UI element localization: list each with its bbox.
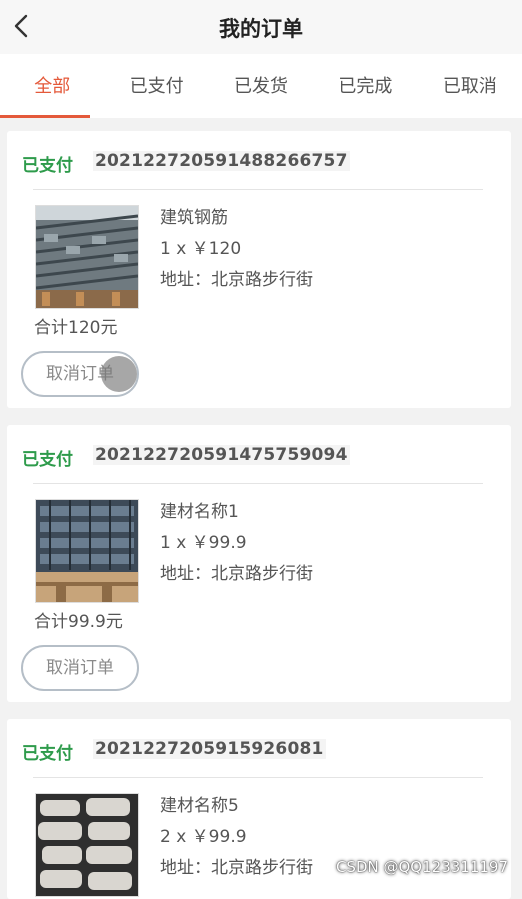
touch-indicator — [101, 356, 137, 392]
tab-paid[interactable]: 已支付 — [104, 54, 208, 118]
order-status: 已支付 — [22, 156, 73, 176]
tab-all[interactable]: 全部 — [0, 54, 104, 118]
product-name: 建材名称5 — [160, 796, 239, 816]
cancel-order-label: 取消订单 — [46, 658, 114, 678]
order-card: 已支付 20212272059147575909​4 建材名称1 1 x ￥99… — [7, 425, 511, 702]
page-title: 我的订单 — [219, 17, 303, 41]
order-card: 已支付 20212272059148826675​7 建筑钢筋 1 x ￥120… — [7, 131, 511, 408]
product-name: 建材名称1 — [160, 502, 239, 522]
product-info: 建筑钢筋 1 x ￥120 地址：北京路步行街 — [160, 207, 313, 300]
order-number: 20212272059148826675​7 — [93, 151, 350, 171]
order-tabs: 全部 已支付 已发货 已完成 已取消 — [0, 54, 522, 118]
order-status: 已支付 — [22, 744, 73, 764]
delivery-address: 地址：北京路步行街 — [160, 564, 313, 584]
product-qty-price: 1 x ￥120 — [160, 239, 242, 259]
divider — [33, 777, 483, 778]
product-info: 建材名称1 1 x ￥99.9 地址：北京路步行街 — [160, 501, 313, 594]
tab-shipped[interactable]: 已发货 — [209, 54, 313, 118]
divider — [33, 189, 483, 190]
delivery-address: 地址：北京路步行街 — [160, 270, 313, 290]
product-image — [35, 793, 139, 897]
cancel-order-button[interactable]: 取消订单 — [21, 645, 139, 691]
order-total: 合计99.9元 — [34, 612, 123, 632]
divider — [33, 483, 483, 484]
product-name: 建筑钢筋 — [160, 208, 228, 228]
delivery-address: 地址：北京路步行街 — [160, 858, 313, 878]
tab-cancelled[interactable]: 已取消 — [418, 54, 522, 118]
order-number: 2021227205915926081 — [93, 739, 326, 759]
product-image — [35, 499, 139, 603]
watermark: CSDN @QQ123311197 — [335, 858, 508, 876]
product-info: 建材名称5 2 x ￥99.9 地址：北京路步行街 — [160, 795, 313, 888]
product-image — [35, 205, 139, 309]
tab-completed[interactable]: 已完成 — [313, 54, 417, 118]
nav-bar: 我的订单 — [0, 0, 522, 54]
product-qty-price: 2 x ￥99.9 — [160, 827, 247, 847]
cancel-order-button[interactable]: 取消订单 — [21, 351, 139, 397]
order-status: 已支付 — [22, 450, 73, 470]
order-number: 20212272059147575909​4 — [93, 445, 350, 465]
order-total: 合计120元 — [34, 318, 118, 338]
product-qty-price: 1 x ￥99.9 — [160, 533, 247, 553]
